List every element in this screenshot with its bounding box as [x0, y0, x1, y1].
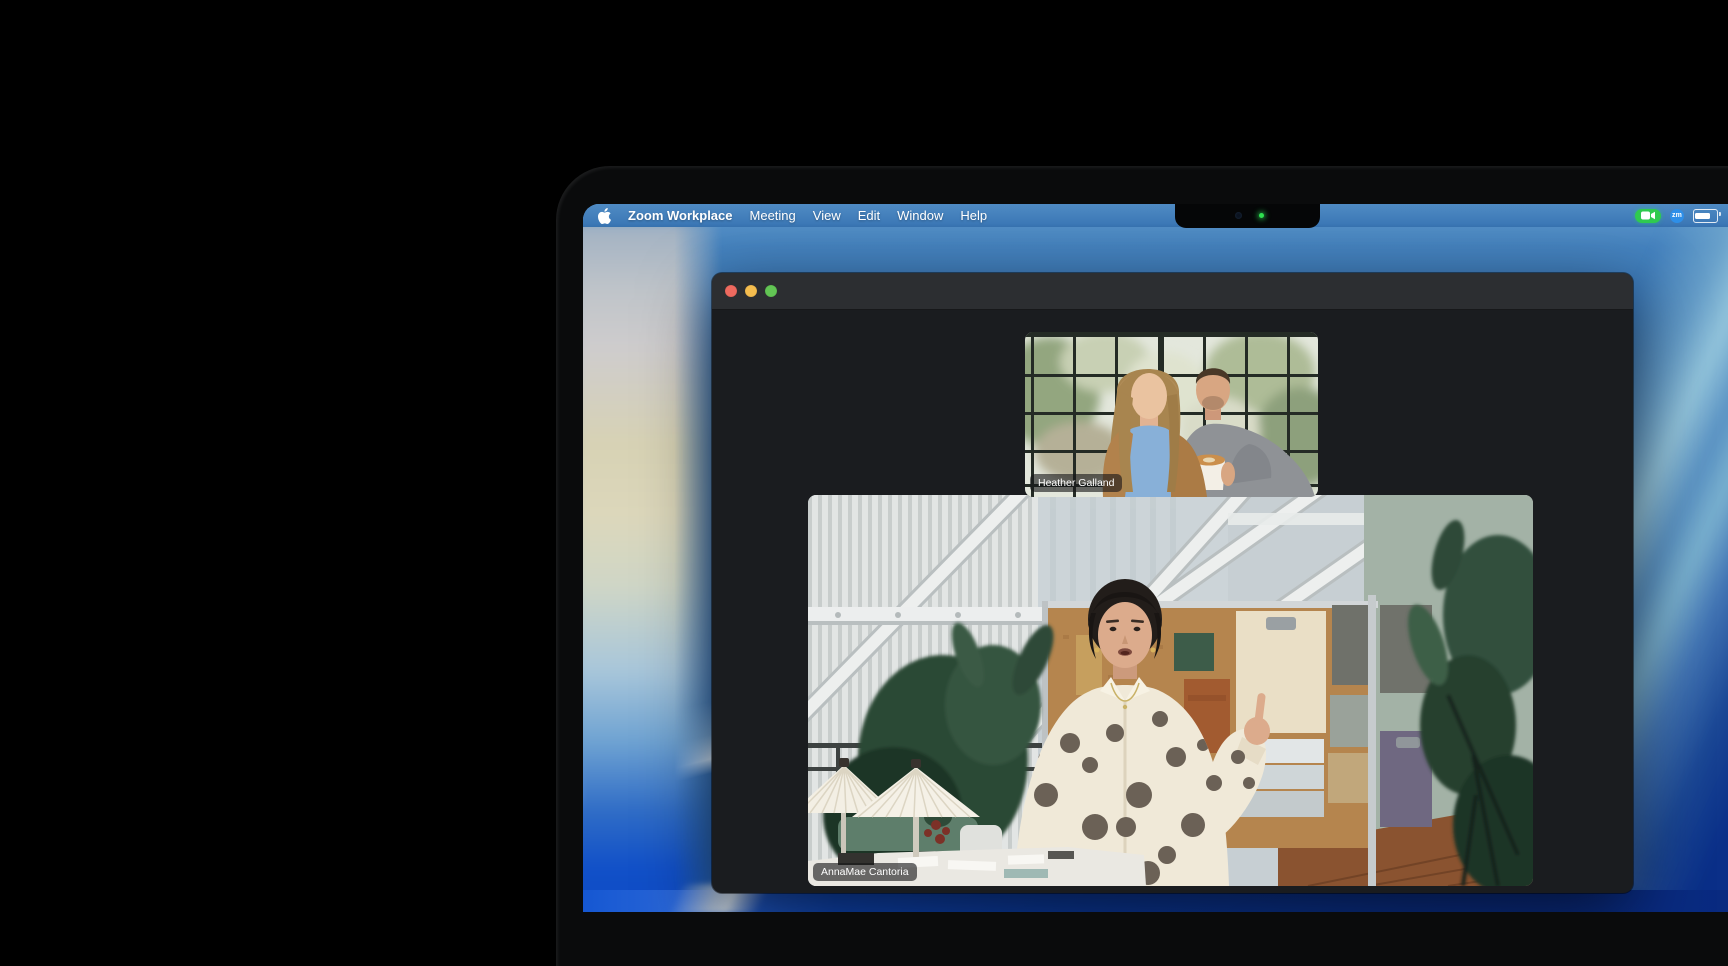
menu-bar: Zoom Workplace Meeting View Edit Window …	[583, 204, 1728, 227]
menu-item-meeting[interactable]: Meeting	[750, 208, 796, 223]
camera-active-light-icon	[1259, 213, 1264, 218]
zoom-button[interactable]	[765, 285, 777, 297]
camera-indicator[interactable]	[1635, 209, 1661, 223]
participant-name-label: AnnaMae Cantoria	[813, 863, 917, 882]
battery-fill	[1695, 213, 1710, 219]
video-feed-illustration	[1025, 332, 1318, 497]
menu-item-edit[interactable]: Edit	[858, 208, 880, 223]
zoom-window: Heather Galland	[712, 273, 1633, 893]
zoom-menubar-icon[interactable]: zm	[1670, 209, 1684, 223]
menu-item-window[interactable]: Window	[897, 208, 943, 223]
menu-item-view[interactable]: View	[813, 208, 841, 223]
screen: Zoom Workplace Meeting View Edit Window …	[583, 204, 1728, 912]
menubar-status: zm	[1635, 209, 1728, 223]
menu-item-help[interactable]: Help	[960, 208, 987, 223]
minimize-button[interactable]	[745, 285, 757, 297]
wallpaper-left-band	[583, 220, 723, 912]
close-button[interactable]	[725, 285, 737, 297]
app-menu[interactable]: Zoom Workplace	[628, 208, 733, 223]
notch-camera-icon	[1235, 212, 1242, 219]
video-feed-illustration	[808, 495, 1533, 886]
video-camera-icon	[1641, 211, 1655, 220]
apple-icon	[598, 208, 611, 224]
battery-icon[interactable]	[1693, 209, 1718, 223]
video-tile-heather[interactable]: Heather Galland	[1025, 332, 1318, 497]
apple-menu[interactable]	[598, 208, 611, 224]
participant-name-label: Heather Galland	[1030, 474, 1122, 493]
notch	[1175, 204, 1320, 228]
window-titlebar[interactable]	[712, 273, 1633, 310]
video-tile-annamae[interactable]: AnnaMae Cantoria	[808, 495, 1533, 886]
battery-cap	[1719, 212, 1721, 216]
